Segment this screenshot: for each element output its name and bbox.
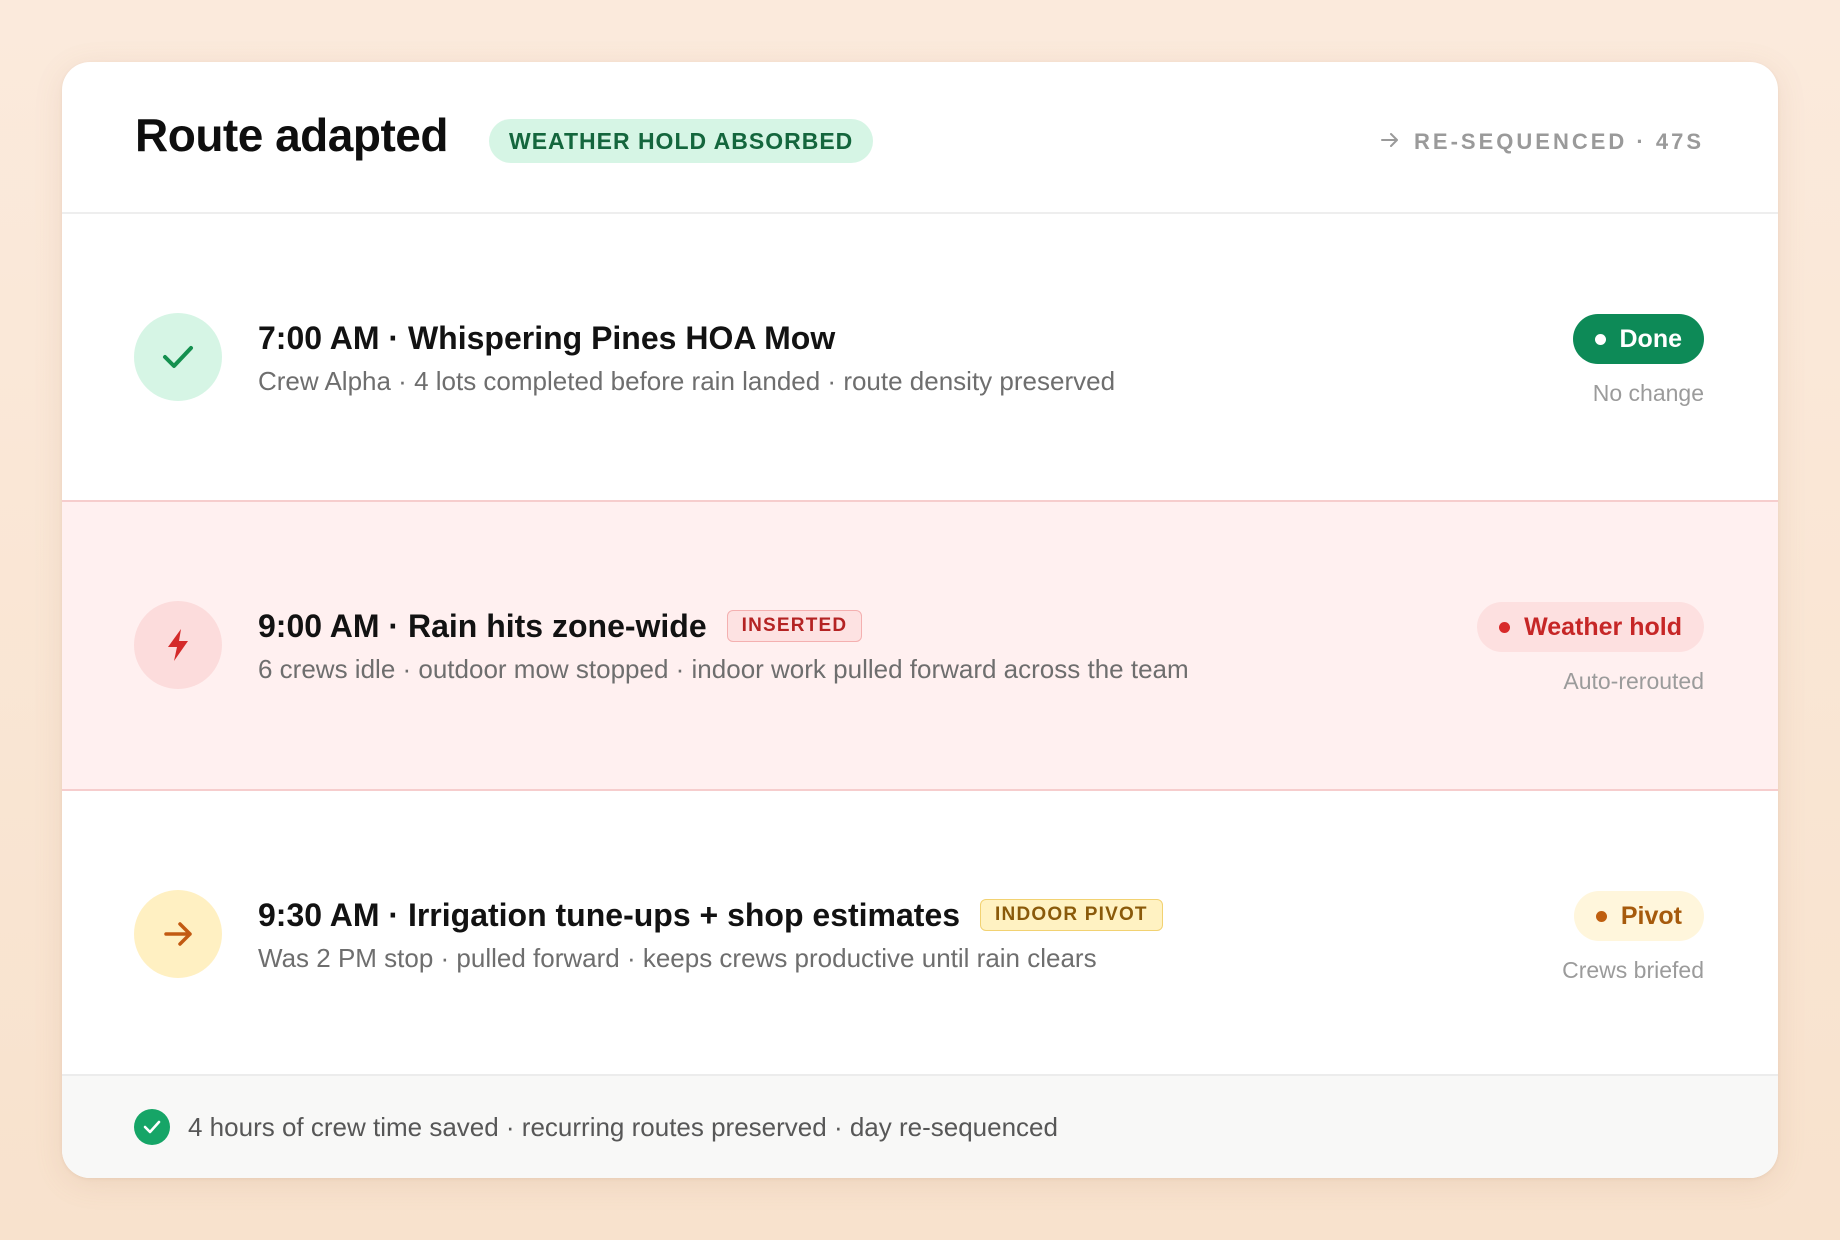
event-title: 7:00 AM · Whispering Pines HOA Mow xyxy=(258,318,835,358)
status-label: Pivot xyxy=(1620,901,1682,930)
event-title-text: 9:00 AM · Rain hits zone-wide xyxy=(258,608,707,644)
summary-text: 4 hours of crew time saved · recurring r… xyxy=(188,1111,1058,1142)
resequenced-indicator: RE-SEQUENCED · 47S xyxy=(1380,120,1704,164)
status-label: Done xyxy=(1619,324,1683,353)
card-header: Route adapted WEATHER HOLD ABSORBED RE-S… xyxy=(62,62,1778,214)
inserted-tag: INSERTED xyxy=(726,610,863,642)
timeline-row: 7:00 AM · Whispering Pines HOA Mow Crew … xyxy=(62,214,1778,502)
event-subtitle: Crew Alpha · 4 lots completed before rai… xyxy=(258,366,1116,396)
status-badge-weather-hold: Weather hold xyxy=(1477,602,1704,652)
check-circle-icon xyxy=(134,1109,170,1145)
page-title: Route adapted xyxy=(135,109,448,161)
status-badge-pivot: Pivot xyxy=(1573,891,1704,941)
check-icon xyxy=(134,313,222,401)
event-title: 9:30 AM · Irrigation tune-ups + shop est… xyxy=(258,895,1163,935)
indoor-pivot-tag: INDOOR PIVOT xyxy=(980,899,1163,931)
resequenced-label: RE-SEQUENCED · 47S xyxy=(1414,129,1704,154)
event-title-text: 7:00 AM · Whispering Pines HOA Mow xyxy=(258,320,836,356)
status-dot xyxy=(1499,621,1511,633)
status-badge-done: Done xyxy=(1572,314,1704,364)
event-title: 9:00 AM · Rain hits zone-wide INSERTED xyxy=(258,606,863,646)
status-dot xyxy=(1595,910,1607,922)
event-title-text: 9:30 AM · Irrigation tune-ups + shop est… xyxy=(258,897,961,933)
timeline-row: 9:30 AM · Irrigation tune-ups + shop est… xyxy=(62,791,1778,1078)
status-label: Weather hold xyxy=(1524,612,1682,641)
route-card: Route adapted WEATHER HOLD ABSORBED RE-S… xyxy=(62,62,1778,1178)
weather-hold-badge: WEATHER HOLD ABSORBED xyxy=(489,119,874,163)
event-subtitle: Was 2 PM stop · pulled forward · keeps c… xyxy=(258,943,1097,973)
status-note: Auto-rerouted xyxy=(1563,668,1704,694)
lightning-bolt-icon xyxy=(134,601,222,689)
status-note: No change xyxy=(1592,380,1704,406)
event-subtitle: 6 crews idle · outdoor mow stopped · ind… xyxy=(258,654,1189,684)
status-note: Crews briefed xyxy=(1562,957,1704,983)
status-dot xyxy=(1594,333,1606,345)
summary-footer: 4 hours of crew time saved · recurring r… xyxy=(62,1074,1778,1178)
arrow-right-icon xyxy=(134,890,222,978)
timeline-row: 9:00 AM · Rain hits zone-wide INSERTED 6… xyxy=(62,502,1778,791)
arrow-right-icon xyxy=(1380,120,1400,164)
